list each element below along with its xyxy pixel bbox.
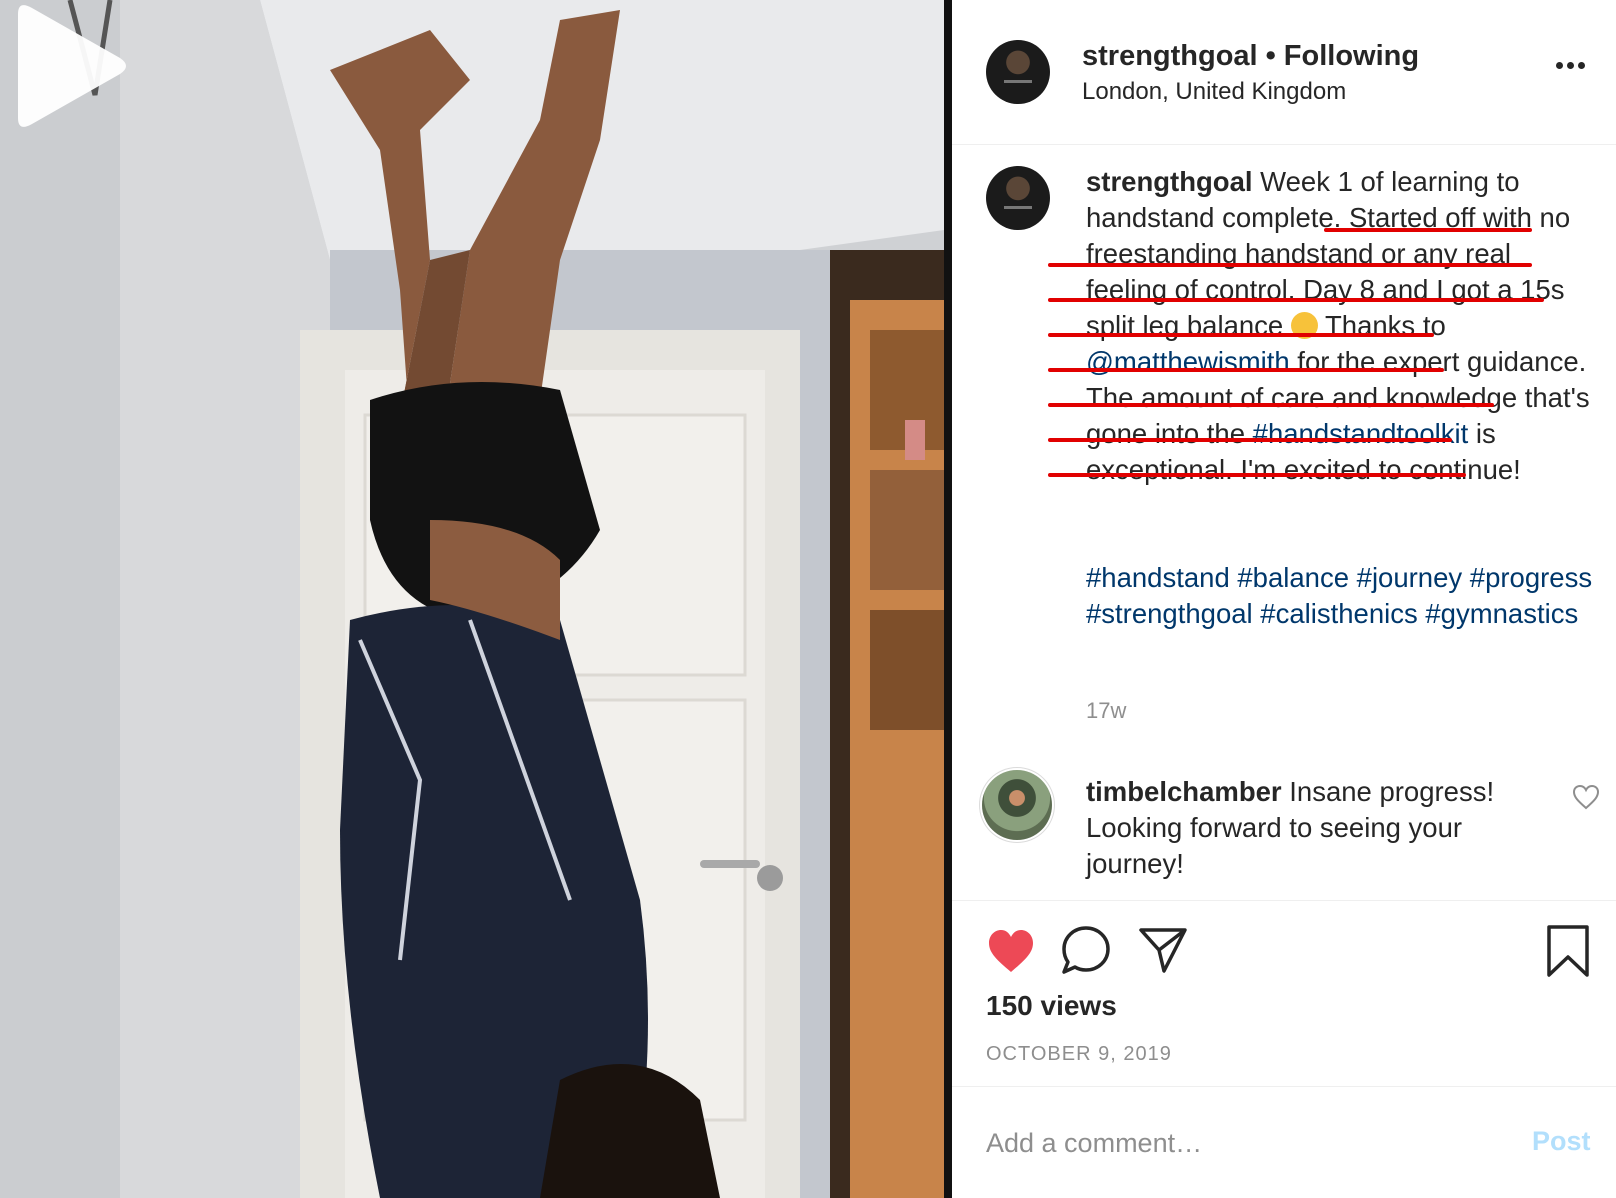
hashtag-link[interactable]: #journey — [1357, 562, 1463, 593]
play-icon[interactable] — [0, 0, 130, 132]
comment-box-divider — [952, 1086, 1616, 1087]
add-comment-input[interactable] — [986, 1118, 1486, 1168]
more-options-icon[interactable] — [1554, 56, 1594, 86]
post-header: strengthgoal • Following London, United Ki… — [952, 0, 1616, 145]
follow-status-button[interactable]: Following — [1284, 40, 1419, 72]
post-media[interactable] — [0, 0, 944, 1198]
comment-heart-outline-icon[interactable] — [1572, 784, 1600, 810]
heart-filled-icon[interactable] — [986, 928, 1036, 974]
caption-time-ago[interactable]: 17w — [1086, 698, 1126, 724]
hashtag-list: #handstand #balance #journey #progress #… — [1086, 560, 1606, 632]
post-date[interactable]: OCTOBER 9, 2019 — [986, 1043, 1172, 1066]
caption-username[interactable]: strengthgoal — [1086, 166, 1253, 197]
hashtag-link[interactable]: #balance — [1237, 562, 1349, 593]
red-underline-annotation — [1048, 403, 1494, 407]
red-underline-annotation — [1048, 333, 1434, 337]
video-frame-image — [0, 0, 944, 1198]
avatar[interactable] — [986, 166, 1050, 230]
media-divider — [944, 0, 952, 1198]
red-underline-annotation — [1048, 438, 1452, 442]
header-user-line: strengthgoal • Following — [1082, 40, 1419, 73]
comment-username[interactable]: timbelchamber — [1086, 776, 1282, 807]
username-link[interactable]: strengthgoal — [1082, 40, 1258, 72]
views-count[interactable]: 150 views — [986, 990, 1117, 1022]
mention-link[interactable]: @matthewismith — [1086, 346, 1290, 377]
post-details-panel: strengthgoal • Following London, United Ki… — [952, 0, 1616, 1198]
avatar[interactable] — [982, 770, 1052, 840]
hashtag-link[interactable]: #gymnastics — [1425, 598, 1578, 629]
location-link[interactable]: London, United Kingdom — [1082, 78, 1346, 106]
red-underline-annotation — [1048, 473, 1466, 477]
comment-item: timbelchamber Insane progress! Looking f… — [1086, 774, 1526, 882]
red-underline-annotation — [1048, 298, 1544, 302]
actions-divider — [952, 900, 1616, 901]
hashtag-link[interactable]: #progress — [1470, 562, 1592, 593]
red-underline-annotation — [1048, 263, 1532, 267]
red-underline-annotation — [1048, 368, 1444, 372]
bookmark-icon[interactable] — [1546, 924, 1590, 978]
hashtag-link[interactable]: #calisthenics — [1260, 598, 1417, 629]
post-comment-button[interactable]: Post — [1532, 1126, 1591, 1157]
red-underline-annotation — [1324, 228, 1532, 232]
hashtag-link[interactable]: #handstandtoolkit — [1253, 418, 1469, 449]
separator-dot: • — [1265, 40, 1276, 72]
paper-plane-icon[interactable] — [1138, 926, 1188, 974]
hashtag-link[interactable]: #strengthgoal — [1086, 598, 1253, 629]
comment-bubble-icon[interactable] — [1060, 924, 1112, 976]
hashtag-link[interactable]: #handstand — [1086, 562, 1230, 593]
avatar[interactable] — [986, 40, 1050, 104]
